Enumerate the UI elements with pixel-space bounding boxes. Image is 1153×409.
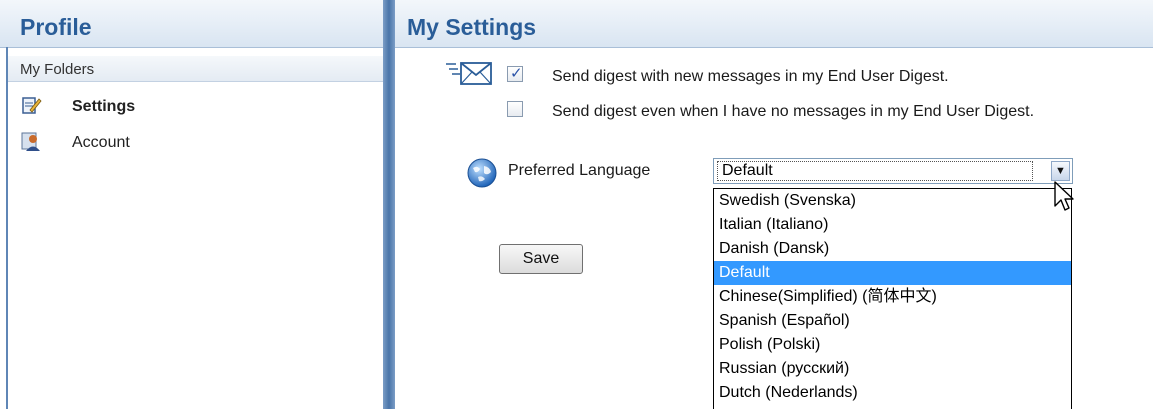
digest-empty-checkbox[interactable] — [507, 101, 523, 117]
digest-new-label: Send digest with new messages in my End … — [552, 68, 949, 85]
account-icon — [21, 132, 40, 151]
envelope-icon — [446, 62, 492, 85]
settings-title: My Settings — [407, 14, 537, 40]
language-option[interactable]: Russian (русский) — [714, 357, 1071, 381]
digest-new-checkbox[interactable]: ✓ — [507, 65, 523, 82]
language-option[interactable]: Spanish (Español) — [714, 309, 1071, 333]
language-option[interactable]: Chinese(Simplified) (简体中文) — [714, 285, 1071, 309]
language-options-list[interactable]: Swedish (Svenska) Italian (Italiano) Dan… — [713, 188, 1072, 409]
globe-icon — [467, 158, 497, 188]
mouse-pointer-icon — [1054, 181, 1074, 211]
language-option[interactable]: Danish (Dansk) — [714, 237, 1071, 261]
profile-title: Profile — [20, 14, 92, 40]
language-select[interactable]: Default ▼ — [713, 158, 1073, 184]
profile-panel: Profile My Folders Settings Account — [0, 0, 391, 409]
settings-header: My Settings — [395, 0, 1153, 48]
language-option[interactable]: Polish (Polski) — [714, 333, 1071, 357]
profile-header: Profile — [0, 0, 391, 48]
language-option[interactable]: Dutch (Nederlands) — [714, 381, 1071, 405]
my-folders-bar[interactable]: My Folders — [8, 56, 383, 82]
language-option-selected[interactable]: Default — [714, 261, 1071, 285]
preferred-language-label: Preferred Language — [508, 162, 651, 179]
language-option[interactable]: Italian (Italiano) — [714, 213, 1071, 237]
checkmark-icon: ✓ — [510, 65, 523, 82]
language-option[interactable]: Swedish (Svenska) — [714, 189, 1071, 213]
settings-icon — [22, 97, 42, 114]
settings-panel: My Settings ✓ Send digest with new messa… — [395, 0, 1153, 409]
panel-border — [6, 47, 8, 409]
nav-item-label: Settings — [72, 98, 136, 115]
language-select-value: Default — [717, 161, 1033, 181]
nav-item-label: Account — [72, 134, 130, 151]
panel-splitter[interactable] — [383, 0, 395, 409]
my-folders-label: My Folders — [20, 61, 95, 78]
digest-empty-label: Send digest even when I have no messages… — [552, 103, 1035, 120]
save-button[interactable]: Save — [499, 244, 583, 274]
chevron-down-icon: ▼ — [1055, 165, 1066, 177]
language-dropdown-button[interactable]: ▼ — [1051, 161, 1070, 181]
